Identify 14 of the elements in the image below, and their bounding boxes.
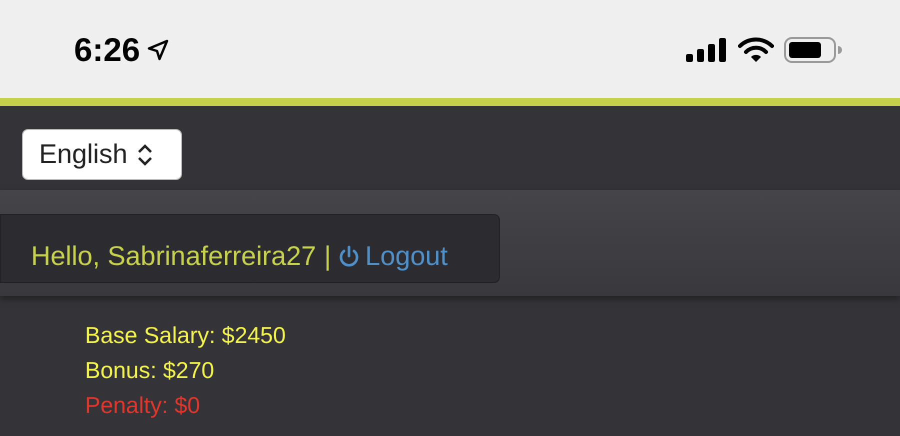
wifi-icon	[738, 37, 774, 63]
location-arrow-icon	[146, 38, 170, 62]
greeting-text: Hello, Sabrinaferreira27	[31, 240, 316, 272]
language-select[interactable]: English	[22, 129, 182, 180]
clock-time: 6:26	[74, 30, 140, 70]
power-icon	[339, 244, 360, 267]
signal-icon	[686, 38, 728, 62]
logout-link[interactable]: Logout	[339, 236, 448, 276]
salary-line: Penalty: $0	[85, 392, 202, 418]
updown-caret-icon	[136, 142, 154, 166]
salary-line: Base Salary: $2450	[85, 322, 287, 348]
separator-text: |	[324, 240, 332, 273]
battery-icon	[784, 37, 842, 63]
salary-line: Bonus: $270	[85, 357, 216, 383]
